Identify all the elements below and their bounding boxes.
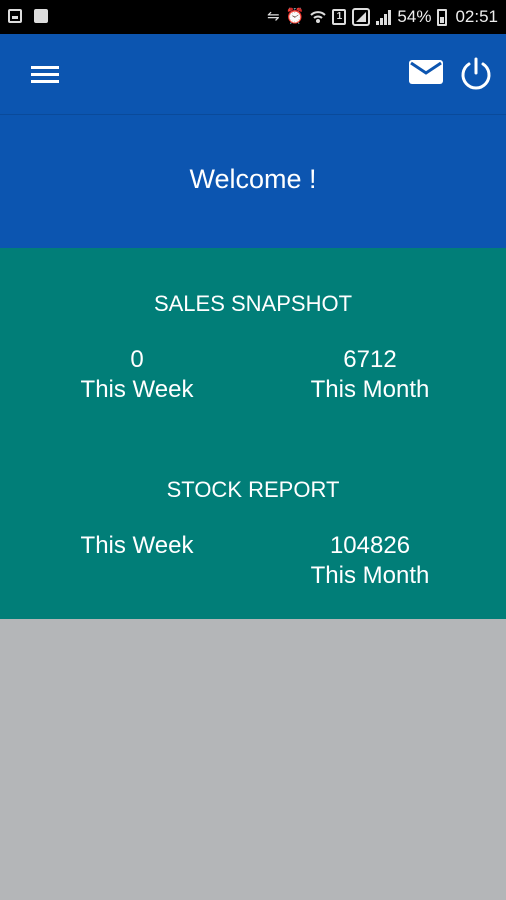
stock-week-value — [37, 561, 237, 591]
status-notifications — [8, 9, 48, 23]
stock-report-title: STOCK REPORT — [166, 477, 340, 502]
sales-month-value: 6712 — [343, 346, 397, 373]
app-bar — [0, 34, 506, 115]
clock: 02:51 — [455, 7, 498, 26]
battery-icon — [437, 8, 448, 26]
sales-week-value: 0 — [130, 346, 144, 373]
welcome-text: Welcome ! — [189, 164, 317, 194]
stock-month-value: 104826 — [329, 532, 411, 559]
vibrate-icon: ⇋ — [267, 8, 280, 25]
sales-this-week: 0 This Week — [37, 345, 237, 405]
dashboard-panel: SALES SNAPSHOT 0 This Week 6712 This Mon… — [0, 248, 506, 619]
mail-icon[interactable] — [409, 58, 443, 86]
battery-percent: 54% — [397, 7, 432, 26]
sales-week-label: This Week — [80, 376, 194, 403]
message-notification-icon — [34, 9, 48, 23]
wifi-icon — [310, 11, 327, 23]
sim-icon: 1 — [332, 9, 347, 25]
power-icon[interactable] — [458, 56, 494, 92]
sales-snapshot-title: SALES SNAPSHOT — [153, 291, 353, 316]
app-screen: ⇋ ⏰ 1 54% 02:51 Welcome ! SALES SNAPSHOT… — [0, 0, 506, 900]
welcome-banner: Welcome ! — [0, 115, 506, 248]
stock-month-label: This Month — [310, 562, 430, 589]
menu-icon[interactable] — [31, 64, 59, 84]
stock-week-label: This Week — [80, 532, 194, 559]
data-signal-icon — [352, 8, 371, 26]
stock-this-month: 104826 This Month — [270, 531, 470, 591]
sales-this-month: 6712 This Month — [270, 345, 470, 405]
status-bar: ⇋ ⏰ 1 54% 02:51 — [0, 0, 506, 34]
alarm-icon: ⏰ — [285, 8, 305, 25]
status-indicators: ⇋ ⏰ 1 54% 02:51 — [267, 6, 498, 28]
image-notification-icon — [8, 9, 22, 23]
sales-month-label: This Month — [310, 376, 430, 403]
signal-icon — [376, 9, 392, 25]
stock-this-week: This Week — [37, 531, 237, 591]
